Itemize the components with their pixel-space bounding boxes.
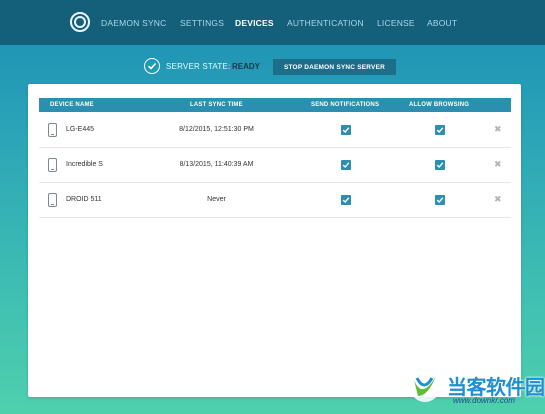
table-row: DROID 511 Never ✖ xyxy=(39,183,511,218)
watermark-logo-icon xyxy=(410,372,440,402)
watermark-url: www.downkr.com xyxy=(453,396,515,405)
phone-icon xyxy=(48,123,57,137)
top-navigation: DAEMON SYNC SETTINGS DEVICES AUTHENTICAT… xyxy=(0,0,545,45)
device-name: DROID 511 xyxy=(66,196,102,203)
last-sync-time: 8/12/2015, 12:51:30 PM xyxy=(179,126,254,133)
device-name: Incredible S xyxy=(66,161,103,168)
app-logo-icon[interactable] xyxy=(70,12,90,32)
server-state-value: READY xyxy=(232,62,261,71)
nav-devices[interactable]: DEVICES xyxy=(235,18,274,28)
allow-browsing-checkbox[interactable] xyxy=(435,125,445,135)
remove-device-icon[interactable]: ✖ xyxy=(494,194,502,205)
allow-browsing-checkbox[interactable] xyxy=(435,195,445,205)
phone-icon xyxy=(48,193,57,207)
allow-browsing-checkbox[interactable] xyxy=(435,160,445,170)
watermark: 当客软件园 www.downkr.com xyxy=(403,366,545,414)
last-sync-time: 8/13/2015, 11:40:39 AM xyxy=(179,161,254,168)
header-device-name: DEVICE NAME xyxy=(50,102,94,108)
nav-license[interactable]: LICENSE xyxy=(377,18,415,28)
nav-authentication[interactable]: AUTHENTICATION xyxy=(287,18,364,28)
nav-settings[interactable]: SETTINGS xyxy=(180,18,224,28)
remove-device-icon[interactable]: ✖ xyxy=(494,159,502,170)
nav-about[interactable]: ABOUT xyxy=(427,18,457,28)
table-header: DEVICE NAME LAST SYNC TIME SEND NOTIFICA… xyxy=(39,98,511,112)
nav-daemon-sync[interactable]: DAEMON SYNC xyxy=(101,18,167,28)
stop-server-button[interactable]: STOP DAEMON SYNC SERVER xyxy=(273,59,396,75)
remove-device-icon[interactable]: ✖ xyxy=(494,124,502,135)
send-notifications-checkbox[interactable] xyxy=(341,160,351,170)
devices-panel: DEVICE NAME LAST SYNC TIME SEND NOTIFICA… xyxy=(28,84,521,397)
table-row: LG-E445 8/12/2015, 12:51:30 PM ✖ xyxy=(39,113,511,148)
header-last-sync: LAST SYNC TIME xyxy=(190,102,243,108)
header-allow-browsing: ALLOW BROWSING xyxy=(409,102,470,108)
check-circle-icon xyxy=(144,58,160,74)
header-send-notifications: SEND NOTIFICATIONS xyxy=(311,102,380,108)
send-notifications-checkbox[interactable] xyxy=(341,125,351,135)
send-notifications-checkbox[interactable] xyxy=(341,195,351,205)
last-sync-time: Never xyxy=(207,196,226,203)
device-name: LG-E445 xyxy=(66,126,95,133)
phone-icon xyxy=(48,158,57,172)
table-row: Incredible S 8/13/2015, 11:40:39 AM ✖ xyxy=(39,148,511,183)
server-state-label: SERVER STATE: xyxy=(166,62,231,71)
